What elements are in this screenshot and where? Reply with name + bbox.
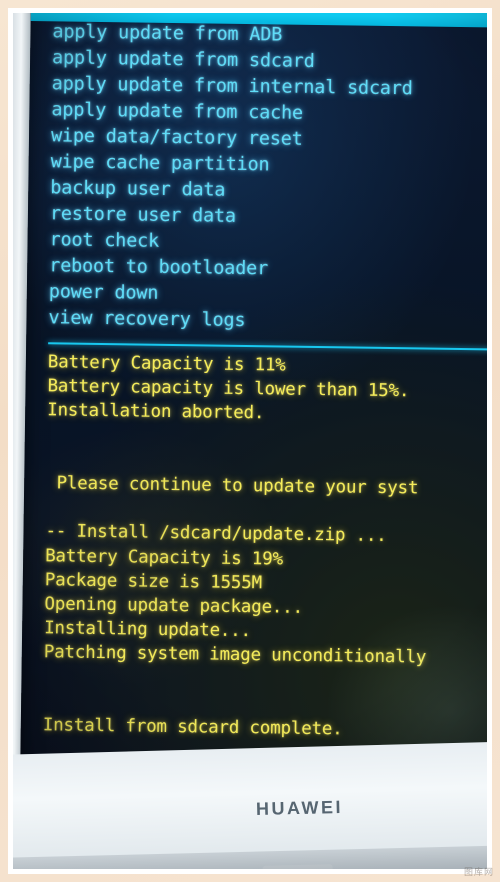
android-recovery-screen: view recovery logs apply update from ADB… — [19, 13, 487, 792]
photo-white-mat: view recovery logs apply update from ADB… — [8, 8, 492, 874]
huawei-brand-logo: HUAWEI — [255, 796, 344, 820]
recovery-menu-list: apply update from ADB apply update from … — [48, 19, 487, 338]
recovery-log-output: Battery Capacity is 11% Battery capacity… — [43, 350, 487, 744]
photo-watermark: 图库网 — [463, 867, 494, 877]
menu-item-view-recovery-logs[interactable]: view recovery logs — [48, 305, 487, 338]
photo-border: view recovery logs apply update from ADB… — [0, 0, 500, 882]
menu-log-divider — [48, 342, 487, 351]
phone-photograph: view recovery logs apply update from ADB… — [13, 13, 487, 869]
log-line: Install from sdcard complete. — [42, 715, 343, 740]
